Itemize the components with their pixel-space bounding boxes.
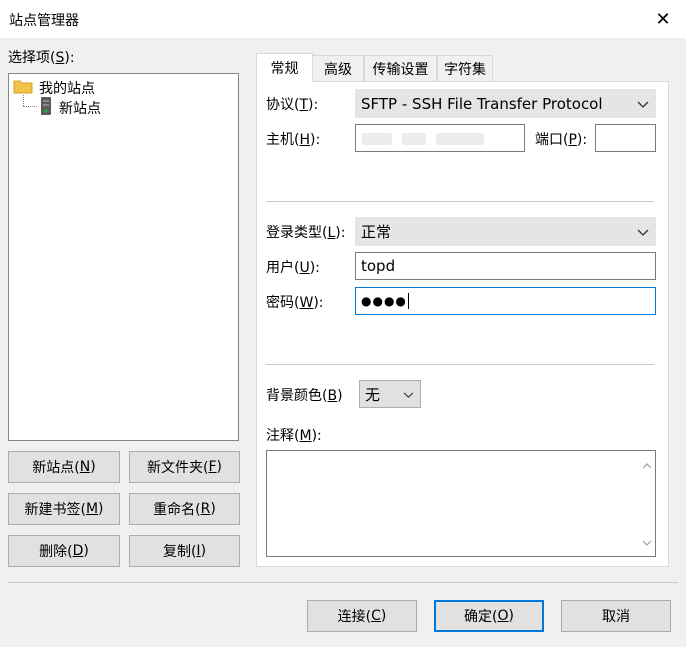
divider — [266, 201, 654, 202]
tree-connector — [23, 95, 24, 106]
divider — [266, 364, 654, 365]
rename-button[interactable]: 重命名(R) — [129, 493, 240, 525]
user-value: topd — [361, 257, 396, 275]
chevron-down-icon — [637, 223, 649, 241]
user-input[interactable]: topd — [355, 252, 656, 280]
title-bar: 站点管理器 ✕ — [0, 0, 686, 38]
tree-label: 选择项(S): — [8, 50, 75, 66]
protocol-label: 协议(T): — [266, 97, 319, 113]
password-value: ●●●● — [361, 294, 407, 308]
password-input[interactable]: ●●●● — [355, 287, 656, 315]
comments-textarea[interactable] — [266, 450, 656, 557]
connect-button[interactable]: 连接(C) — [307, 600, 417, 632]
tree-item-new-site[interactable]: 新站点 — [39, 96, 101, 120]
tree-item-label: 新站点 — [59, 101, 101, 117]
site-tree[interactable]: 我的站点 新站点 — [8, 73, 239, 441]
logon-type-select[interactable]: 正常 — [355, 217, 656, 246]
ok-button[interactable]: 确定(O) — [434, 600, 544, 632]
tab-advanced[interactable]: 高级 — [312, 55, 364, 81]
comments-scrollbar[interactable] — [638, 451, 655, 556]
tab-general[interactable]: 常规 — [256, 53, 313, 82]
new-folder-button[interactable]: 新文件夹(F) — [129, 451, 240, 483]
comments-label: 注释(M): — [266, 428, 322, 444]
host-label: 主机(H): — [266, 132, 321, 148]
text-cursor — [407, 293, 409, 309]
chevron-up-icon[interactable] — [642, 457, 652, 473]
protocol-value: SFTP - SSH File Transfer Protocol — [361, 94, 603, 113]
tab-transfer-settings[interactable]: 传输设置 — [364, 55, 437, 81]
close-icon: ✕ — [655, 8, 671, 30]
background-color-label: 背景颜色(B) — [266, 388, 343, 404]
tree-item-my-sites[interactable]: 我的站点 — [13, 78, 95, 98]
password-label: 密码(W): — [266, 295, 324, 311]
logon-type-value: 正常 — [361, 223, 392, 241]
copy-button[interactable]: 复制(I) — [129, 535, 240, 567]
server-icon — [39, 96, 53, 120]
new-bookmark-button[interactable]: 新建书签(M) — [8, 493, 120, 525]
tree-item-label: 我的站点 — [39, 81, 95, 97]
chevron-down-icon[interactable] — [642, 534, 652, 550]
user-label: 用户(U): — [266, 260, 320, 276]
cancel-button[interactable]: 取消 — [561, 600, 671, 632]
protocol-select[interactable]: SFTP - SSH File Transfer Protocol — [355, 89, 656, 118]
chevron-down-icon — [637, 95, 649, 113]
port-label: 端口(P): — [535, 132, 588, 148]
host-input[interactable] — [355, 124, 525, 152]
tree-connector — [23, 106, 37, 107]
chevron-down-icon — [403, 385, 414, 403]
footer-divider — [8, 582, 678, 583]
port-input[interactable] — [595, 124, 656, 152]
new-site-button[interactable]: 新站点(N) — [8, 451, 120, 483]
background-color-select[interactable]: 无 — [359, 380, 421, 408]
window-title: 站点管理器 — [9, 13, 79, 29]
tab-charset[interactable]: 字符集 — [437, 55, 493, 81]
delete-button[interactable]: 删除(D) — [8, 535, 120, 567]
background-color-value: 无 — [365, 385, 381, 404]
logon-type-label: 登录类型(L): — [266, 225, 346, 241]
close-button[interactable]: ✕ — [640, 0, 686, 38]
